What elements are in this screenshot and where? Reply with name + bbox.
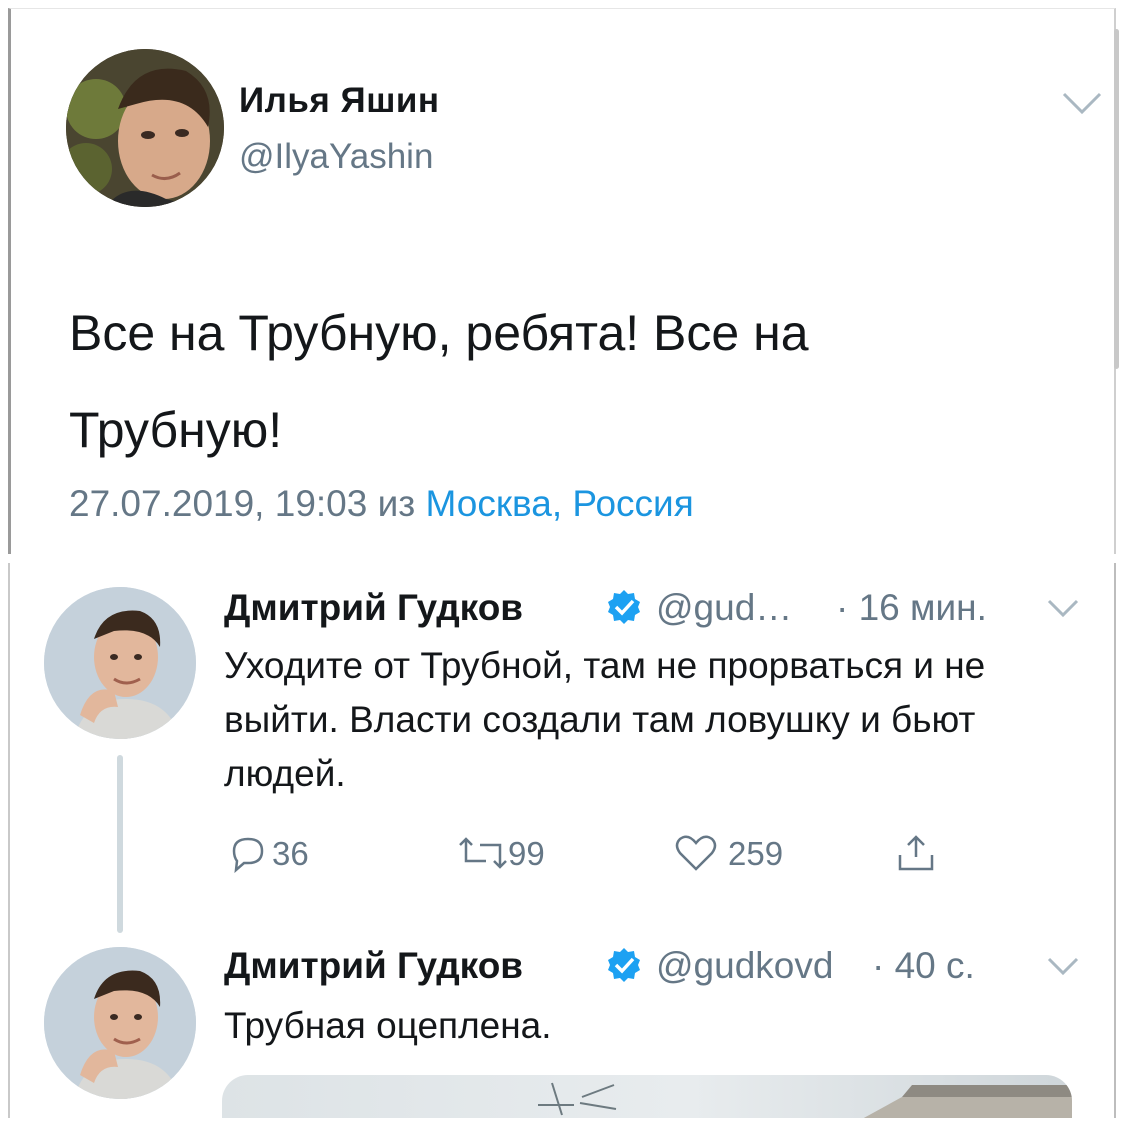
scrollbar[interactable] <box>1114 29 1119 369</box>
tweet-text: Трубная оцеплена. <box>224 1005 552 1046</box>
author-name[interactable]: Дмитрий Гудков <box>224 587 523 629</box>
retweet-icon <box>459 837 507 869</box>
thread-connector-line <box>117 755 123 933</box>
author-handle[interactable]: @gudkovd <box>656 945 833 987</box>
avatar[interactable] <box>66 49 224 207</box>
author-handle[interactable]: @IlyaYashin <box>239 137 433 177</box>
like-icon <box>675 835 717 871</box>
tweet-time[interactable]: · 16 мин. <box>836 587 987 629</box>
reply-icon <box>232 837 264 873</box>
chevron-down-icon[interactable] <box>1061 89 1103 119</box>
tweet-time[interactable]: · 40 с. <box>872 945 975 987</box>
tweet-text: Все на Трубную, ребята! Все на Трубную! <box>69 305 809 458</box>
share-button[interactable] <box>896 833 940 873</box>
like-count: 259 <box>728 835 784 872</box>
tweet-text: Уходите от Трубной, там не прорваться и … <box>224 645 986 794</box>
author-name[interactable]: Илья Яшин <box>239 81 440 121</box>
tweet-photo[interactable] <box>222 1075 1072 1118</box>
chevron-down-icon[interactable] <box>1046 597 1080 619</box>
avatar[interactable] <box>44 587 196 739</box>
share-icon <box>898 835 934 871</box>
author-handle[interactable]: @gud… <box>656 587 792 629</box>
main-tweet-panel: Илья Яшин @IlyaYashin Все на Трубную, ре… <box>8 8 1119 554</box>
tweet-timestamp[interactable]: 27.07.2019, 19:03 <box>69 483 367 524</box>
author-name[interactable]: Дмитрий Гудков <box>224 945 523 987</box>
chevron-down-icon[interactable] <box>1046 955 1080 977</box>
from-word: из <box>377 483 416 524</box>
thread-panel: Дмитрий Гудков @gud… · 16 мин. Уходите о… <box>8 563 1116 1118</box>
retweet-button[interactable]: 99 <box>456 833 586 873</box>
tweet-meta: 27.07.2019, 19:03 из Москва, Россия <box>69 483 694 525</box>
verified-badge-icon <box>608 948 640 982</box>
like-button[interactable]: 259 <box>672 833 822 873</box>
tweet-location-link[interactable]: Москва, Россия <box>426 483 694 524</box>
reply-button[interactable]: 36 <box>228 833 358 873</box>
reply-count: 36 <box>272 835 309 872</box>
retweet-count: 99 <box>508 835 545 872</box>
verified-badge-icon <box>608 590 640 624</box>
avatar[interactable] <box>44 947 196 1099</box>
